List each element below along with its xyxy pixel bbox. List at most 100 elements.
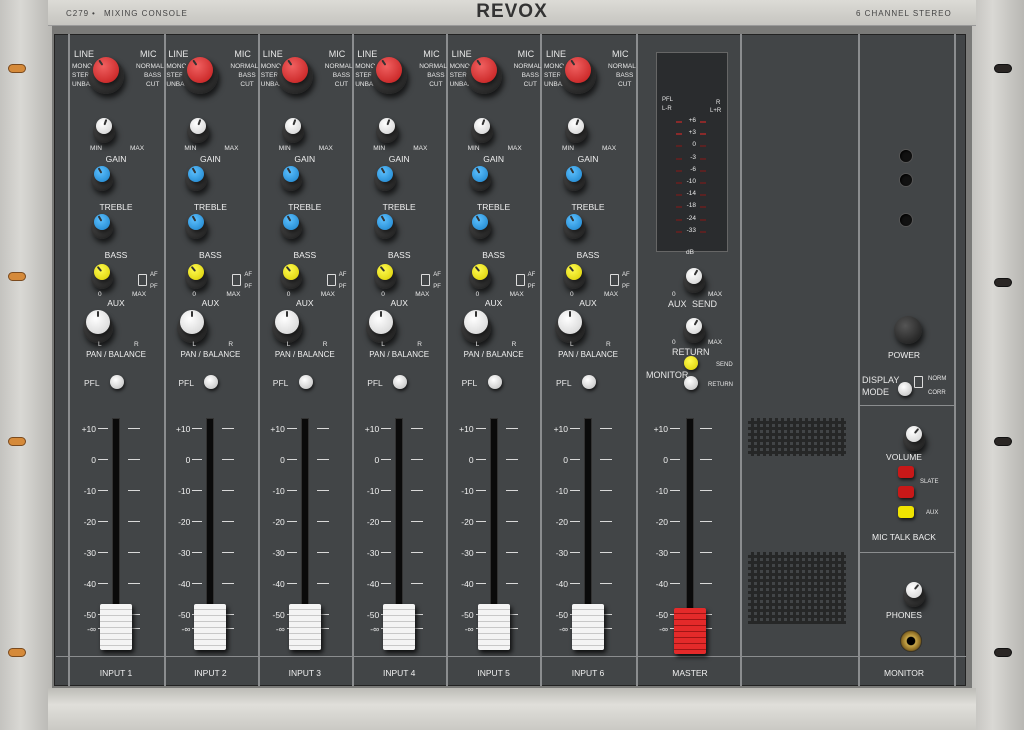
fader-tick [570,552,580,553]
monitor-send-button[interactable] [684,356,698,370]
af-pf-switch[interactable] [610,274,619,286]
treble-knob[interactable] [471,166,488,182]
bass-label: BASS [199,250,222,260]
fader-tick [475,552,486,553]
channel-fader[interactable] [383,604,416,651]
rack-hole [8,437,26,446]
pan-l-label: L [98,341,102,348]
aux-knob[interactable] [471,264,488,280]
fader-scale-label: -20 [178,517,191,527]
fader-slot [395,418,404,628]
display-mode-button[interactable] [898,382,912,396]
pfl-button[interactable] [487,375,502,389]
pfl-button[interactable] [298,375,313,389]
fader-scale-label: -∞ [464,624,474,634]
phones-knob[interactable] [906,582,922,598]
fader-scale-label: -∞ [87,624,96,634]
gain-knob[interactable] [568,118,584,134]
fader-scale-label: -20 [272,517,285,527]
meter-segment-left [676,157,682,160]
fader-tick [411,521,424,522]
return-knob[interactable] [686,318,702,334]
aux-talkback-button[interactable] [898,506,914,518]
fader-tick [128,428,140,429]
aux-send-knob[interactable] [686,268,702,284]
treble-knob[interactable] [94,166,110,182]
talkback-led-1[interactable] [898,466,914,478]
af-pf-switch[interactable] [232,274,242,286]
slate-button[interactable] [898,486,914,498]
fader-tick [381,521,392,522]
channel-fader[interactable] [288,604,321,651]
treble-knob-indicator [475,167,480,174]
gain-knob[interactable] [473,118,490,134]
pan-r-label: R [606,341,611,348]
input-selector-knob[interactable] [281,57,308,83]
fader-scale-label: -50 [272,610,285,620]
bass-knob[interactable] [94,214,110,230]
fader-scale-label: -10 [461,486,474,496]
channel-fader[interactable] [572,604,604,651]
treble-knob-indicator [380,167,386,174]
fader-tick [411,490,424,491]
display-mode-switch[interactable] [914,376,923,388]
fader-tick [475,428,486,429]
fader-tick [192,459,203,460]
pan-knob[interactable] [369,310,394,334]
af-pf-switch[interactable] [421,274,431,286]
max-label: MAX [318,145,333,152]
volume-knob-indicator [913,427,920,434]
pan-knob[interactable] [86,310,110,334]
pan-knob[interactable] [463,310,488,334]
return-knob-indicator [693,319,699,326]
pfl-button[interactable] [582,375,596,389]
gain-knob[interactable] [284,118,301,134]
bass-knob[interactable] [566,214,582,230]
aux-label: AUX [201,298,220,308]
volume-knob[interactable] [906,426,922,442]
aux-talkback-label: AUX [926,510,939,516]
fader-tick [128,552,140,553]
treble-knob[interactable] [566,166,582,182]
fader-scale-label: -∞ [181,624,191,634]
gain-knob[interactable] [96,118,112,134]
monitor-return-button[interactable] [684,376,698,390]
channel-fader[interactable] [100,604,132,651]
fader-tick [570,583,580,584]
master-fader[interactable] [674,608,706,654]
min-label: MIN [90,145,102,152]
input-selector-knob[interactable] [565,57,591,83]
pan-r-label: R [228,341,234,348]
bass-knob[interactable] [282,214,299,230]
fader-tick [670,490,680,491]
pan-l-label: L [475,341,480,348]
input-selector-knob[interactable] [376,57,403,83]
af-pf-switch[interactable] [138,274,147,286]
line-label: LINE [357,49,378,59]
input-selector-knob[interactable] [93,57,119,83]
input-selector-knob[interactable] [470,57,497,83]
pan-knob[interactable] [274,310,299,334]
fader-tick [316,459,329,460]
aux-knob-indicator [191,265,197,272]
bass-cut-label: BASS [238,72,256,79]
channel-fader[interactable] [477,604,510,651]
meter-scale-label: +6 [688,117,696,124]
pan-knob-indicator [191,311,194,317]
meter-segment-left [676,121,682,123]
pan-knob[interactable] [558,310,582,334]
pfl-label: PFL [84,378,100,388]
af-pf-switch[interactable] [326,274,336,286]
channel-fader[interactable] [194,604,227,651]
bass-knob[interactable] [471,214,488,230]
aux-knob[interactable] [282,264,299,280]
af-pf-switch[interactable] [515,274,525,286]
power-button[interactable] [894,316,922,344]
treble-knob[interactable] [282,166,299,182]
pfl-button[interactable] [110,375,124,389]
fader-scale-label: -40 [461,579,474,589]
pan-l-label: L [381,341,385,348]
aux-knob[interactable] [94,264,110,280]
phones-jack[interactable] [900,630,922,652]
aux-knob[interactable] [566,264,582,280]
